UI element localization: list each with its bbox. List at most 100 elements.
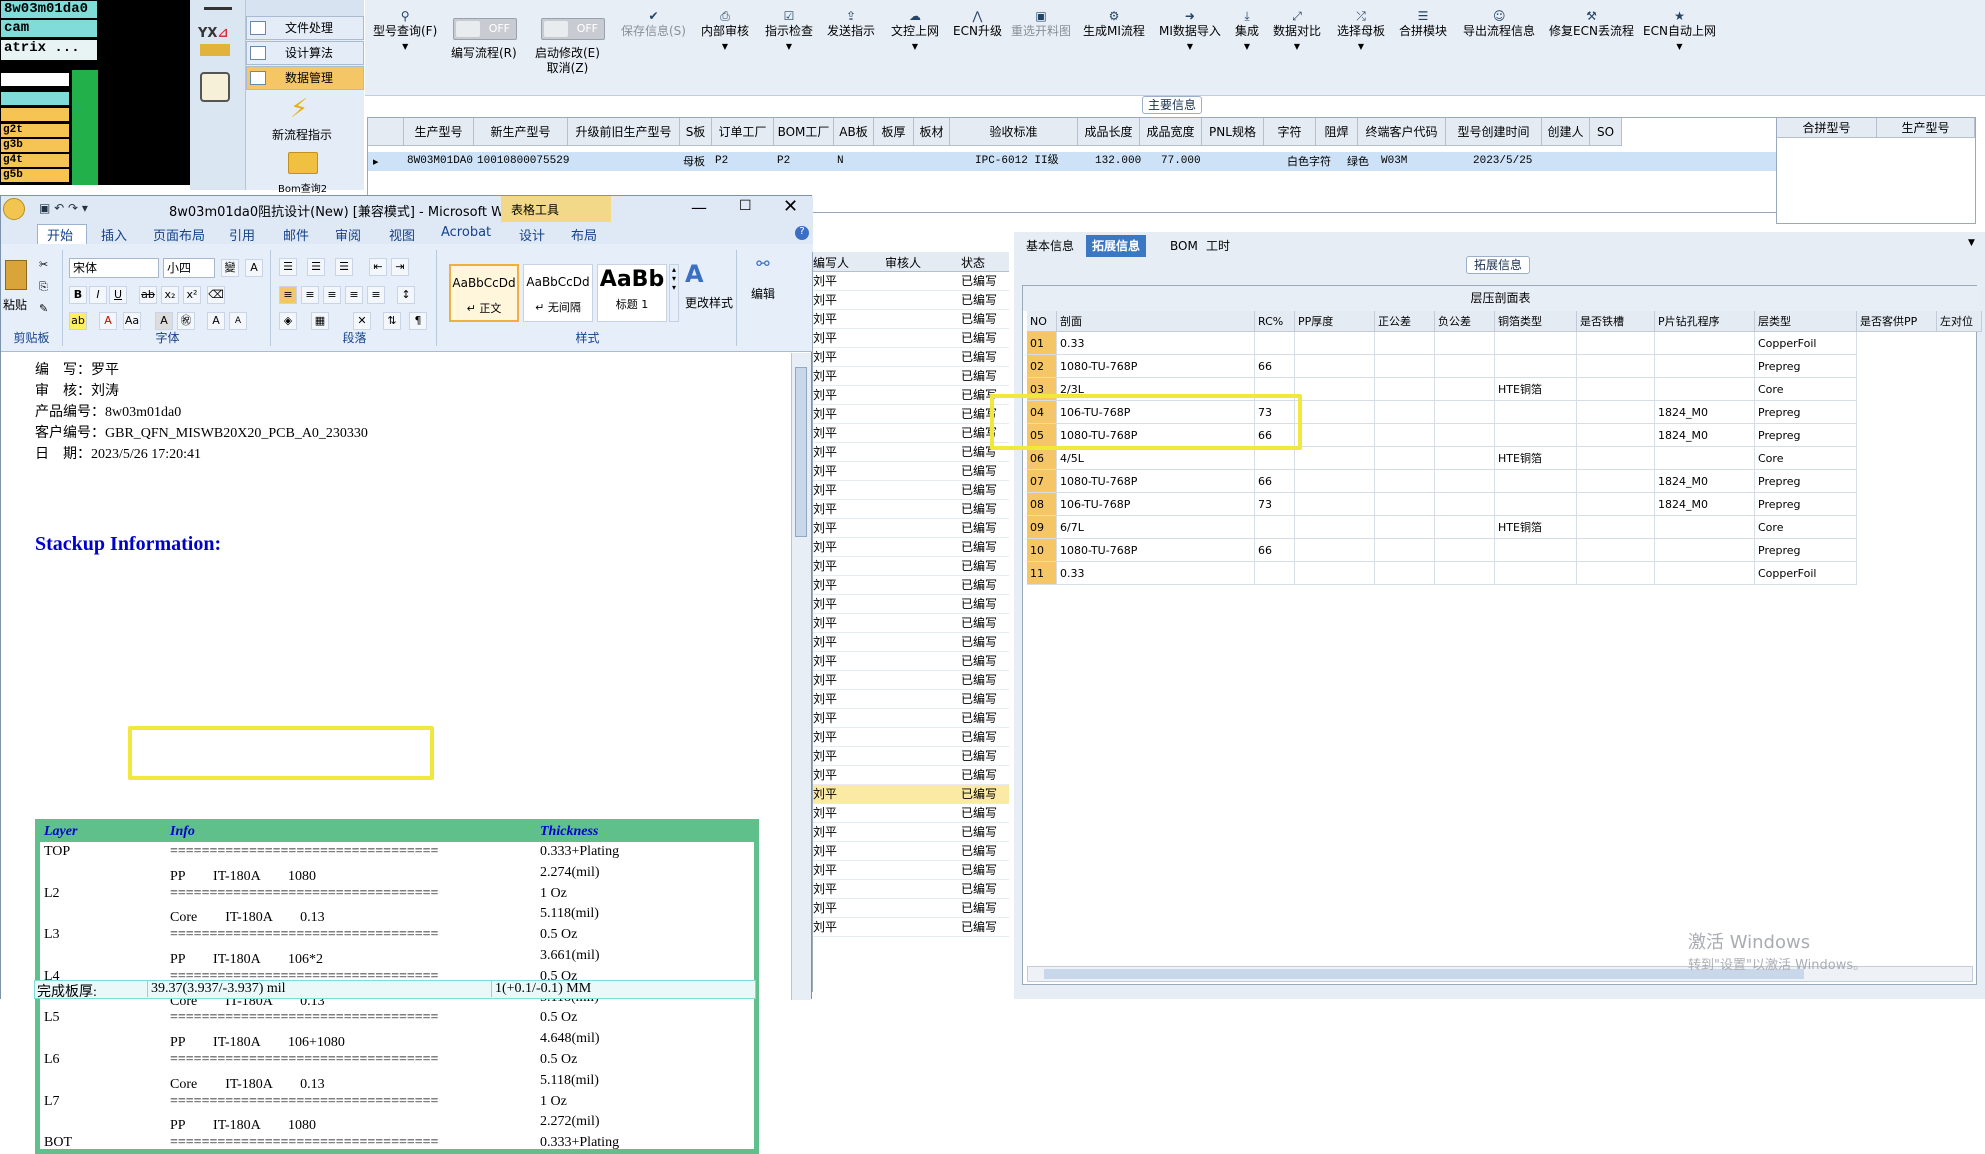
table-cell[interactable]: CopperFoil (1755, 332, 1857, 355)
superscript-button[interactable]: x² (183, 286, 201, 304)
column-header[interactable]: 层类型 (1755, 311, 1857, 332)
highlight-icon[interactable]: ab (69, 312, 87, 330)
table-cell[interactable] (1577, 355, 1655, 378)
tab-bom[interactable]: BOM (1164, 235, 1204, 257)
column-header[interactable]: NO (1027, 311, 1057, 332)
list-item[interactable]: 刘平 已编写 (813, 899, 1009, 918)
cell[interactable]: IPC-6012 II级 (972, 152, 1059, 171)
table-cell[interactable] (1295, 424, 1375, 447)
list-item[interactable]: 刘平 已编写 (813, 329, 1009, 348)
table-cell[interactable] (1375, 516, 1435, 539)
list-item[interactable]: 刘平 已编写 (813, 861, 1009, 880)
font-size-combo[interactable]: 小四 (163, 258, 215, 278)
layer-item[interactable]: g3b (0, 138, 70, 153)
table-cell[interactable] (1375, 470, 1435, 493)
list-item[interactable]: 刘平 已编写 (813, 671, 1009, 690)
list-item[interactable]: 刘平 已编写 (813, 804, 1009, 823)
row-number[interactable]: 09 (1027, 516, 1057, 539)
list-item[interactable]: 刘平 已编写 (813, 842, 1009, 861)
table-cell[interactable]: Core (1755, 516, 1857, 539)
column-header[interactable]: 剖面 (1057, 311, 1255, 332)
char-shading-icon[interactable]: A (155, 312, 173, 330)
numbering-icon[interactable]: ☰ (307, 258, 325, 276)
office-button[interactable] (3, 198, 25, 220)
column-header[interactable]: PNL规格 (1202, 118, 1264, 146)
cell[interactable]: 绿色 (1344, 152, 1369, 171)
table-cell[interactable] (1435, 424, 1495, 447)
grow-font-icon[interactable]: A (207, 312, 225, 330)
table-cell[interactable] (1435, 355, 1495, 378)
nav-file-processing[interactable]: 文件处理 (246, 16, 364, 40)
table-cell[interactable]: HTE铜箔 (1495, 516, 1577, 539)
align-center-icon[interactable]: ≡ (301, 286, 319, 304)
row-number[interactable]: 08 (1027, 493, 1057, 516)
shading-icon[interactable]: ◈ (279, 312, 297, 330)
column-header[interactable]: BOM工厂 (774, 118, 834, 146)
row-number[interactable]: 01 (1027, 332, 1057, 355)
strikethrough-button[interactable]: ab (139, 286, 157, 304)
table-cell[interactable]: 1824_M0 (1655, 424, 1755, 447)
list-item[interactable]: 刘平 已编写 (813, 443, 1009, 462)
tab-acrobat[interactable]: Acrobat (441, 225, 491, 240)
column-header[interactable]: 正公差 (1375, 311, 1435, 332)
write-flow-toggle[interactable]: OFF (453, 18, 517, 40)
column-header[interactable]: 铜箔类型 (1495, 311, 1577, 332)
doc-scrollbar[interactable] (791, 353, 811, 1000)
repair-ecn-button[interactable]: ⚒ 修复ECN丢流程 (1549, 10, 1634, 39)
column-header[interactable]: PP厚度 (1295, 311, 1375, 332)
column-header[interactable]: S板 (680, 118, 712, 146)
column-header[interactable]: 板材 (914, 118, 950, 146)
table-cell[interactable] (1577, 562, 1655, 585)
table-cell[interactable]: Prepreg (1755, 424, 1857, 447)
tab-references[interactable]: 引用 (229, 225, 255, 244)
list-item[interactable]: 刘平 已编写 (813, 709, 1009, 728)
column-header[interactable]: 生产型号 (1877, 118, 1975, 138)
quick-access-icons[interactable]: ▣ ↶ ↷ ▾ (39, 201, 88, 215)
mi-data-import-button[interactable]: ➜ MI数据导入 ▼ (1159, 10, 1221, 54)
change-case-icon[interactable]: Aa (123, 312, 141, 330)
column-header[interactable]: 负公差 (1435, 311, 1495, 332)
table-cell[interactable] (1435, 493, 1495, 516)
table-cell[interactable] (1255, 332, 1295, 355)
sort-icon[interactable]: ⇅ (383, 312, 401, 330)
table-cell[interactable]: CopperFoil (1755, 562, 1857, 585)
table-cell[interactable] (1295, 332, 1375, 355)
table-cell[interactable]: HTE铜箔 (1495, 447, 1577, 470)
column-header[interactable]: AB板 (834, 118, 874, 146)
select-motherboard-button[interactable]: ⤮ 选择母板 ▼ (1337, 10, 1385, 54)
column-header[interactable]: 成品宽度 (1140, 118, 1202, 146)
integrate-button[interactable]: ⤓ 集成 ▼ (1235, 10, 1259, 54)
list-item[interactable]: 刘平 已编写 (813, 614, 1009, 633)
table-cell[interactable] (1655, 355, 1755, 378)
list-item[interactable]: 刘平 已编写 (813, 652, 1009, 671)
table-cell[interactable] (1577, 516, 1655, 539)
style-normal[interactable]: AaBbCcDd ↵ 正文 (449, 264, 519, 322)
close-button[interactable]: ✕ (783, 196, 798, 217)
format-painter-icon[interactable]: ✎ (39, 302, 48, 315)
column-header[interactable]: 创建人 (1542, 118, 1590, 146)
table-cell[interactable] (1435, 516, 1495, 539)
list-item[interactable]: 刘平 已编写 (813, 766, 1009, 785)
list-item[interactable]: 刘平 已编写 (813, 386, 1009, 405)
tab-view[interactable]: 视图 (389, 225, 415, 244)
table-cell[interactable]: 66 (1255, 539, 1295, 562)
borders-icon[interactable]: ▦ (311, 312, 329, 330)
table-cell[interactable]: 1080-TU-768P (1057, 355, 1255, 378)
table-cell[interactable] (1435, 470, 1495, 493)
distributed-icon[interactable]: ≡ (367, 286, 385, 304)
clear-format-icon[interactable]: ⌫ (207, 286, 225, 304)
list-item[interactable]: 刘平 已编写 (813, 462, 1009, 481)
table-cell[interactable]: 1824_M0 (1655, 493, 1755, 516)
column-header[interactable]: SO (1590, 118, 1622, 146)
cell[interactable]: W03M (1378, 152, 1407, 171)
line-spacing-icon[interactable]: ↕ (397, 286, 415, 304)
table-cell[interactable] (1295, 378, 1375, 401)
column-header[interactable]: 是否铁槽 (1577, 311, 1655, 332)
table-cell[interactable]: 1080-TU-768P (1057, 470, 1255, 493)
table-cell[interactable] (1655, 332, 1755, 355)
enclose-char-icon[interactable]: ㊗ (177, 312, 195, 330)
style-heading1[interactable]: AaBb 标题 1 (597, 264, 667, 322)
tab-page-layout[interactable]: 页面布局 (153, 225, 205, 244)
table-cell[interactable] (1435, 447, 1495, 470)
column-header[interactable]: RC% (1255, 311, 1295, 332)
